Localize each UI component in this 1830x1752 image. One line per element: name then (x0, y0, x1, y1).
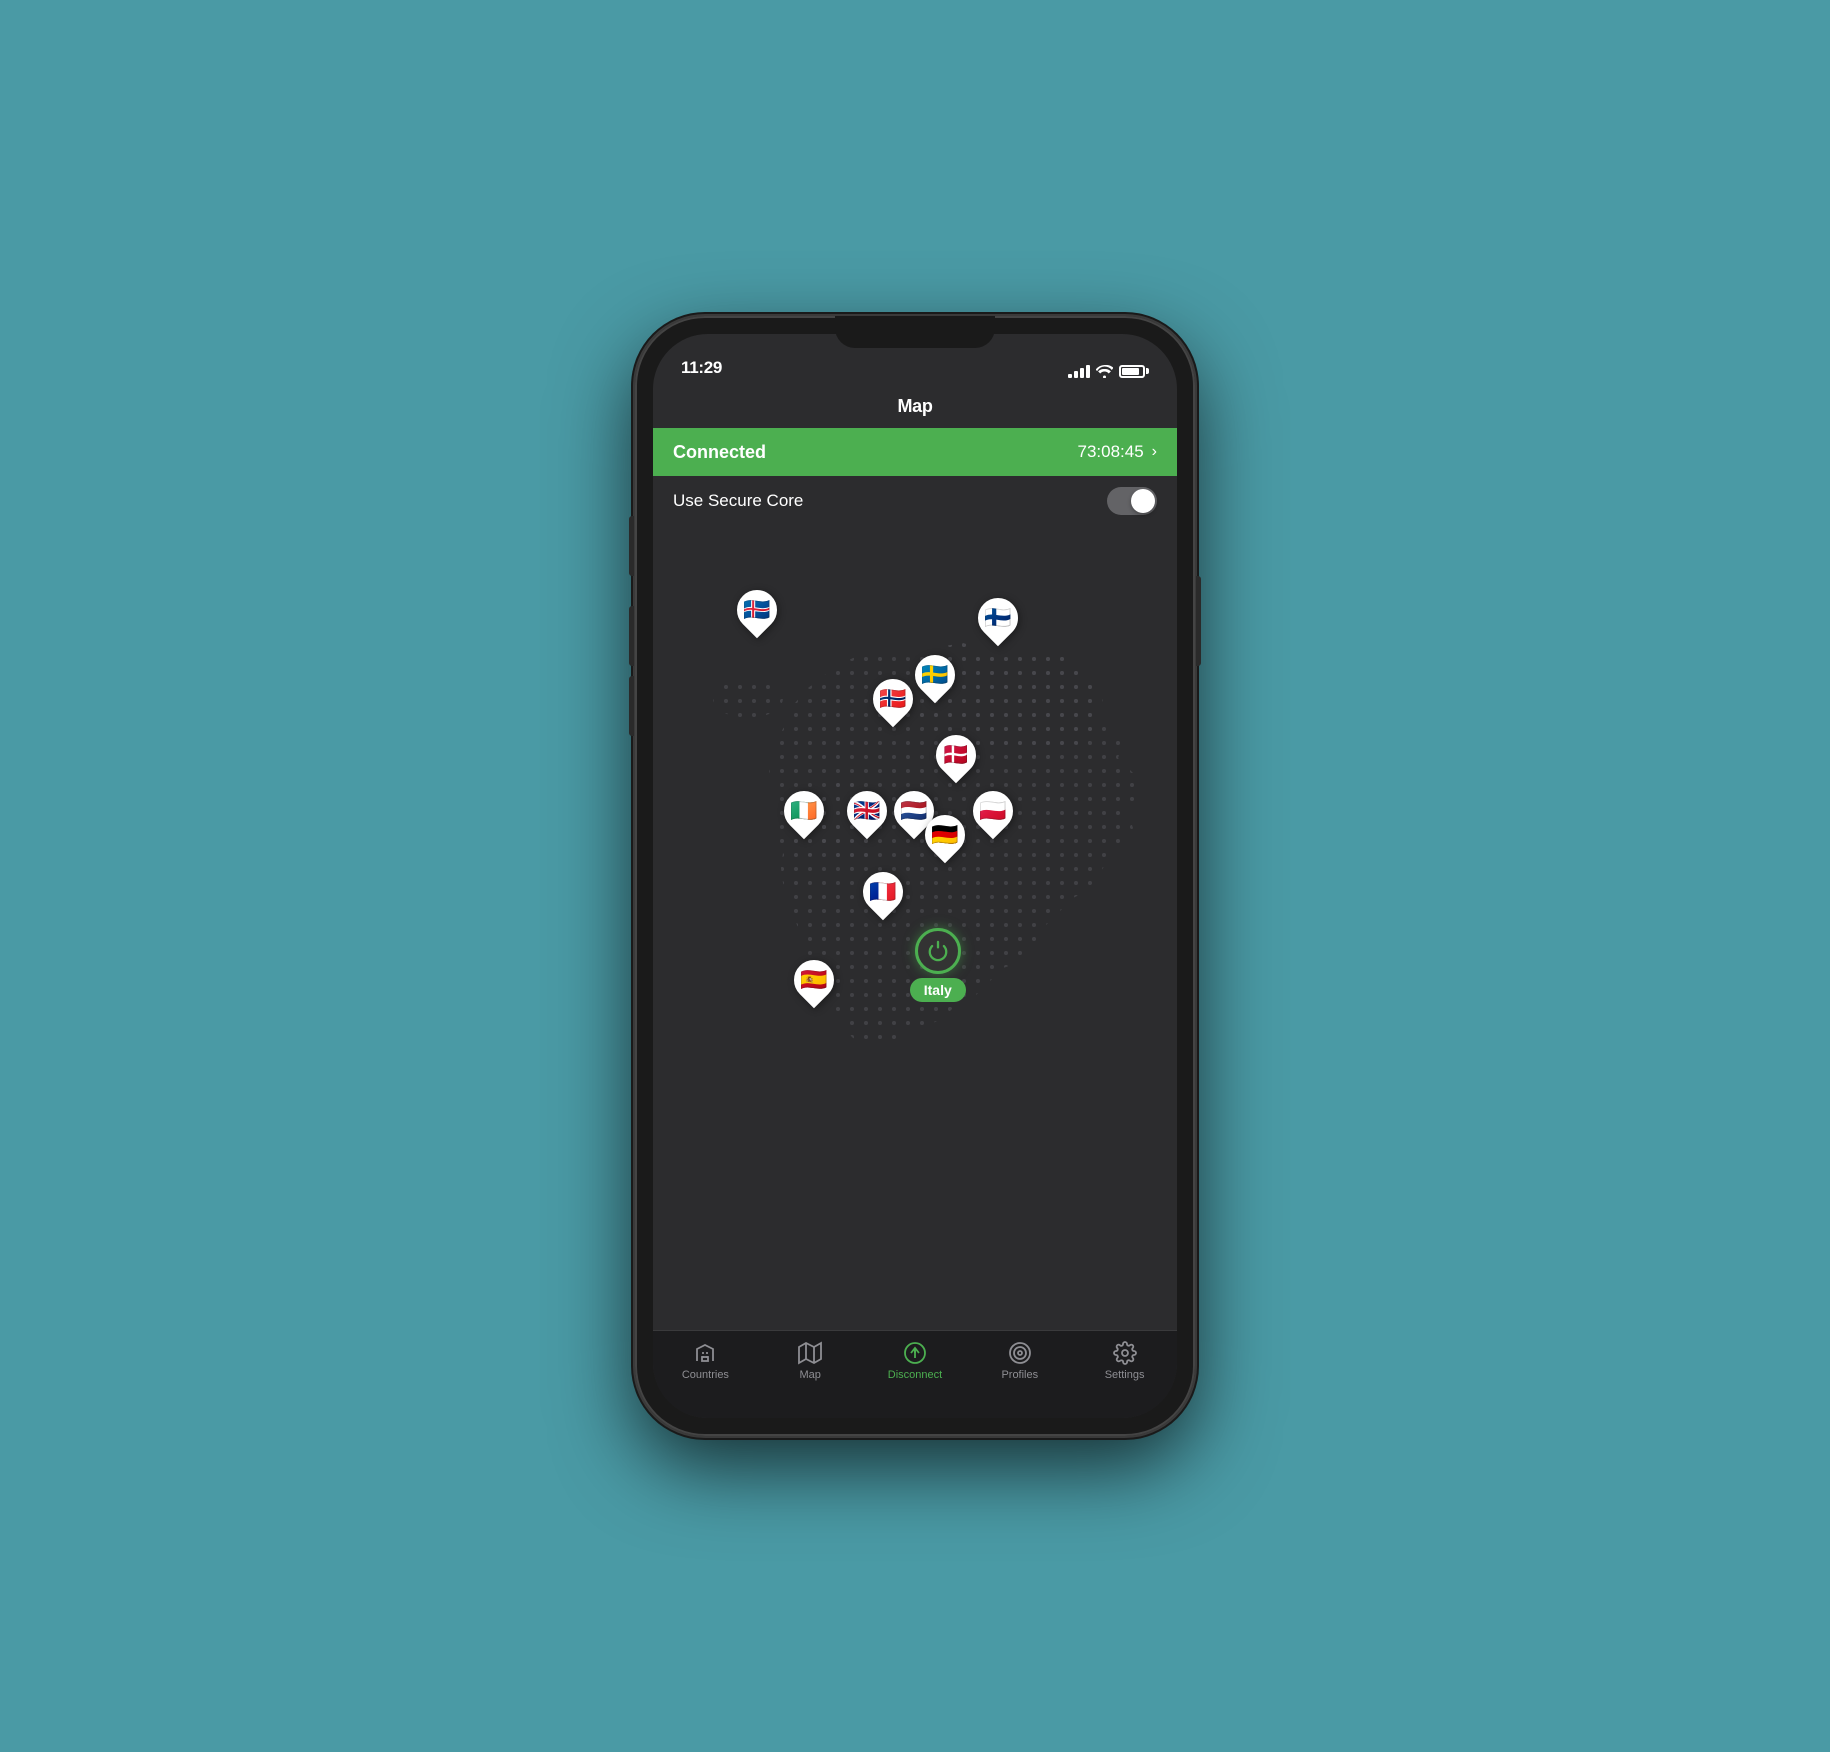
pin-italy-active[interactable]: Italy (910, 928, 966, 1002)
connected-banner[interactable]: Connected 73:08:45 › (653, 428, 1177, 476)
tab-disconnect-label: Disconnect (888, 1369, 942, 1381)
settings-icon (1113, 1341, 1137, 1365)
pin-denmark[interactable]: 🇩🇰 (936, 735, 976, 780)
map-area: 🇮🇸 🇳🇴 🇸🇪 🇫🇮 🇩🇰 (653, 526, 1177, 1330)
pin-sweden[interactable]: 🇸🇪 (915, 655, 955, 700)
tab-map[interactable]: Map (758, 1341, 863, 1381)
page-title: Map (897, 396, 932, 417)
pin-ireland[interactable]: 🇮🇪 (784, 791, 824, 836)
battery-icon (1119, 365, 1149, 378)
status-time: 11:29 (681, 358, 722, 378)
secure-core-row: Use Secure Core (653, 476, 1177, 526)
tab-countries[interactable]: Countries (653, 1341, 758, 1381)
timer-value: 73:08:45 (1077, 442, 1143, 462)
countries-icon (693, 1341, 717, 1365)
pin-norway[interactable]: 🇳🇴 (873, 679, 913, 724)
connection-status: Connected (673, 442, 766, 463)
tab-profiles-label: Profiles (1001, 1369, 1038, 1381)
pin-germany[interactable]: 🇩🇪 (925, 815, 965, 860)
secure-core-label: Use Secure Core (673, 491, 803, 511)
pin-poland[interactable]: 🇵🇱 (973, 791, 1013, 836)
toggle-knob (1131, 489, 1155, 513)
power-icon (927, 940, 949, 962)
map-icon (798, 1341, 822, 1365)
tab-map-label: Map (799, 1369, 820, 1381)
tab-settings[interactable]: Settings (1072, 1341, 1177, 1381)
pin-uk[interactable]: 🇬🇧 (847, 791, 887, 836)
phone-screen: 11:29 Map Connected (653, 334, 1177, 1418)
chevron-right-icon: › (1152, 443, 1157, 461)
notch (835, 316, 995, 348)
tab-disconnect[interactable]: Disconnect (863, 1341, 968, 1381)
profiles-icon (1008, 1341, 1032, 1365)
tab-bar: Countries Map Disconnect (653, 1330, 1177, 1418)
tab-profiles[interactable]: Profiles (967, 1341, 1072, 1381)
pin-finland[interactable]: 🇫🇮 (978, 598, 1018, 643)
pin-france[interactable]: 🇫🇷 (863, 872, 903, 917)
status-icons (1068, 364, 1149, 378)
active-country-label: Italy (910, 978, 966, 1002)
disconnect-icon (903, 1341, 927, 1365)
pin-spain[interactable]: 🇪🇸 (794, 960, 834, 1005)
tab-settings-label: Settings (1105, 1369, 1145, 1381)
tab-countries-label: Countries (682, 1369, 729, 1381)
connection-timer: 73:08:45 › (1077, 442, 1157, 462)
wifi-icon (1096, 365, 1113, 378)
secure-core-toggle[interactable] (1107, 487, 1157, 515)
pin-iceland[interactable]: 🇮🇸 (737, 590, 777, 635)
signal-icon (1068, 364, 1090, 378)
nav-title-bar: Map (653, 384, 1177, 428)
phone-shell: 11:29 Map Connected (635, 316, 1195, 1436)
